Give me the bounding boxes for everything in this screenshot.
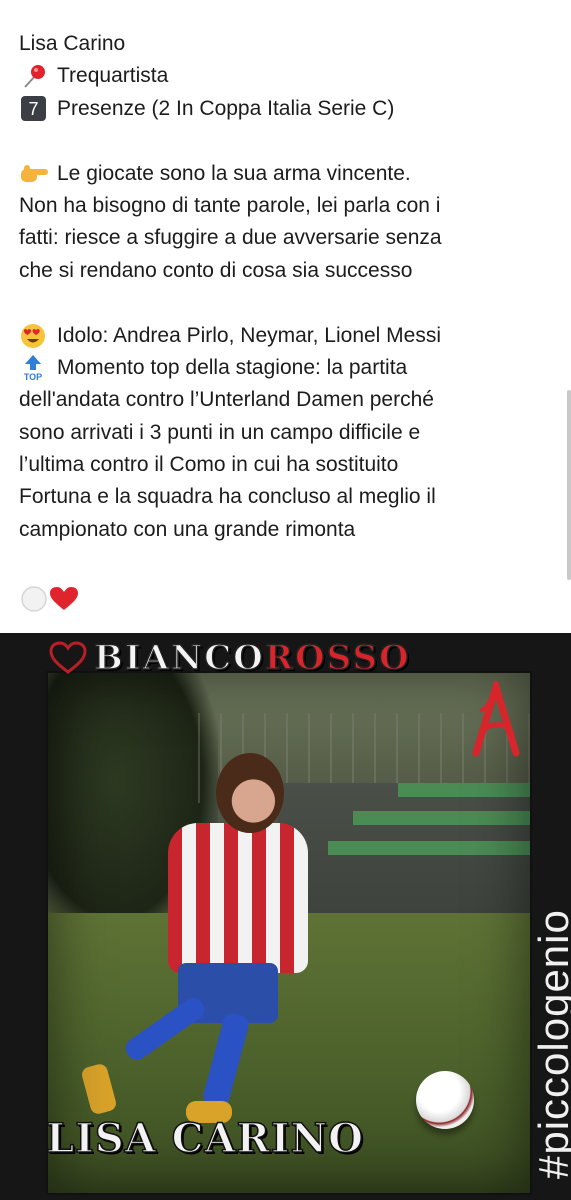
role-line: Trequartista	[19, 60, 559, 92]
brand-logo-text: BIANCO ROSSO	[93, 637, 411, 679]
scrollbar[interactable]	[567, 390, 571, 580]
description-line-1: Le giocate sono la sua arma vincente.	[19, 158, 559, 190]
description-line-4: che si rendano conto di cosa sia success…	[19, 258, 413, 282]
player-name-tag: LISA CARINO	[45, 1114, 364, 1163]
top-moment-line-4: l’ultima contro il Como in cui ha sostit…	[19, 453, 399, 477]
top-moment-line-2: dell'andata contro l’Unterland Damen per…	[19, 388, 434, 412]
post-caption: Lisa Carino Trequartista 7 Presenze (2 I…	[19, 28, 559, 615]
top-moment-text: Momento top della stagione: la partita	[57, 355, 408, 379]
post-photo[interactable]: BIANCO ROSSO LISA CARINO #piccologenio	[0, 633, 571, 1200]
description-text: Le giocate sono la sua arma vincente.	[57, 161, 411, 185]
idol-line: Idolo: Andrea Pirlo, Neymar, Lionel Mess…	[19, 320, 559, 352]
role-text: Trequartista	[57, 64, 169, 88]
keycap-7-icon: 7	[19, 95, 49, 122]
club-a-logo-icon	[466, 674, 526, 761]
svg-text:7: 7	[28, 99, 38, 119]
player-name: Lisa Carino	[19, 32, 126, 55]
top-moment-line-3: sono arrivati i 3 punti in un campo diff…	[19, 420, 421, 444]
round-pushpin-icon	[19, 64, 49, 90]
heart-outline-icon	[48, 641, 88, 675]
brand-part-bianco: BIANCO	[93, 637, 265, 679]
svg-text:TOP: TOP	[24, 372, 42, 381]
backhand-index-pointing-right-icon	[19, 161, 49, 187]
brand-part-rosso: ROSSO	[264, 637, 411, 679]
top-moment-line-5: Fortuna e la squadra ha concluso al megl…	[19, 485, 436, 509]
top-arrow-icon: TOP	[19, 355, 49, 382]
white-circle-icon	[19, 586, 49, 612]
description-line-2: Non ha bisogno di tante parole, lei parl…	[19, 193, 441, 217]
idol-text: Idolo: Andrea Pirlo, Neymar, Lionel Mess…	[57, 323, 442, 347]
red-heart-icon	[49, 586, 79, 612]
description-line-3: fatti: riesce a sfuggire a due avversari…	[19, 226, 442, 250]
hashtag-text: #piccologenio	[530, 909, 571, 1179]
top-moment-line-1: TOP Momento top della stagione: la parti…	[19, 352, 559, 384]
brand-banner: BIANCO ROSSO	[48, 637, 411, 679]
appearances-line: 7 Presenze (2 In Coppa Italia Serie C)	[19, 93, 559, 125]
appearances-text: Presenze (2 In Coppa Italia Serie C)	[57, 96, 395, 120]
heart-eyes-face-icon	[19, 323, 49, 349]
top-moment-line-6: campionato con una grande rimonta	[19, 517, 356, 541]
footer-emojis	[19, 583, 559, 615]
